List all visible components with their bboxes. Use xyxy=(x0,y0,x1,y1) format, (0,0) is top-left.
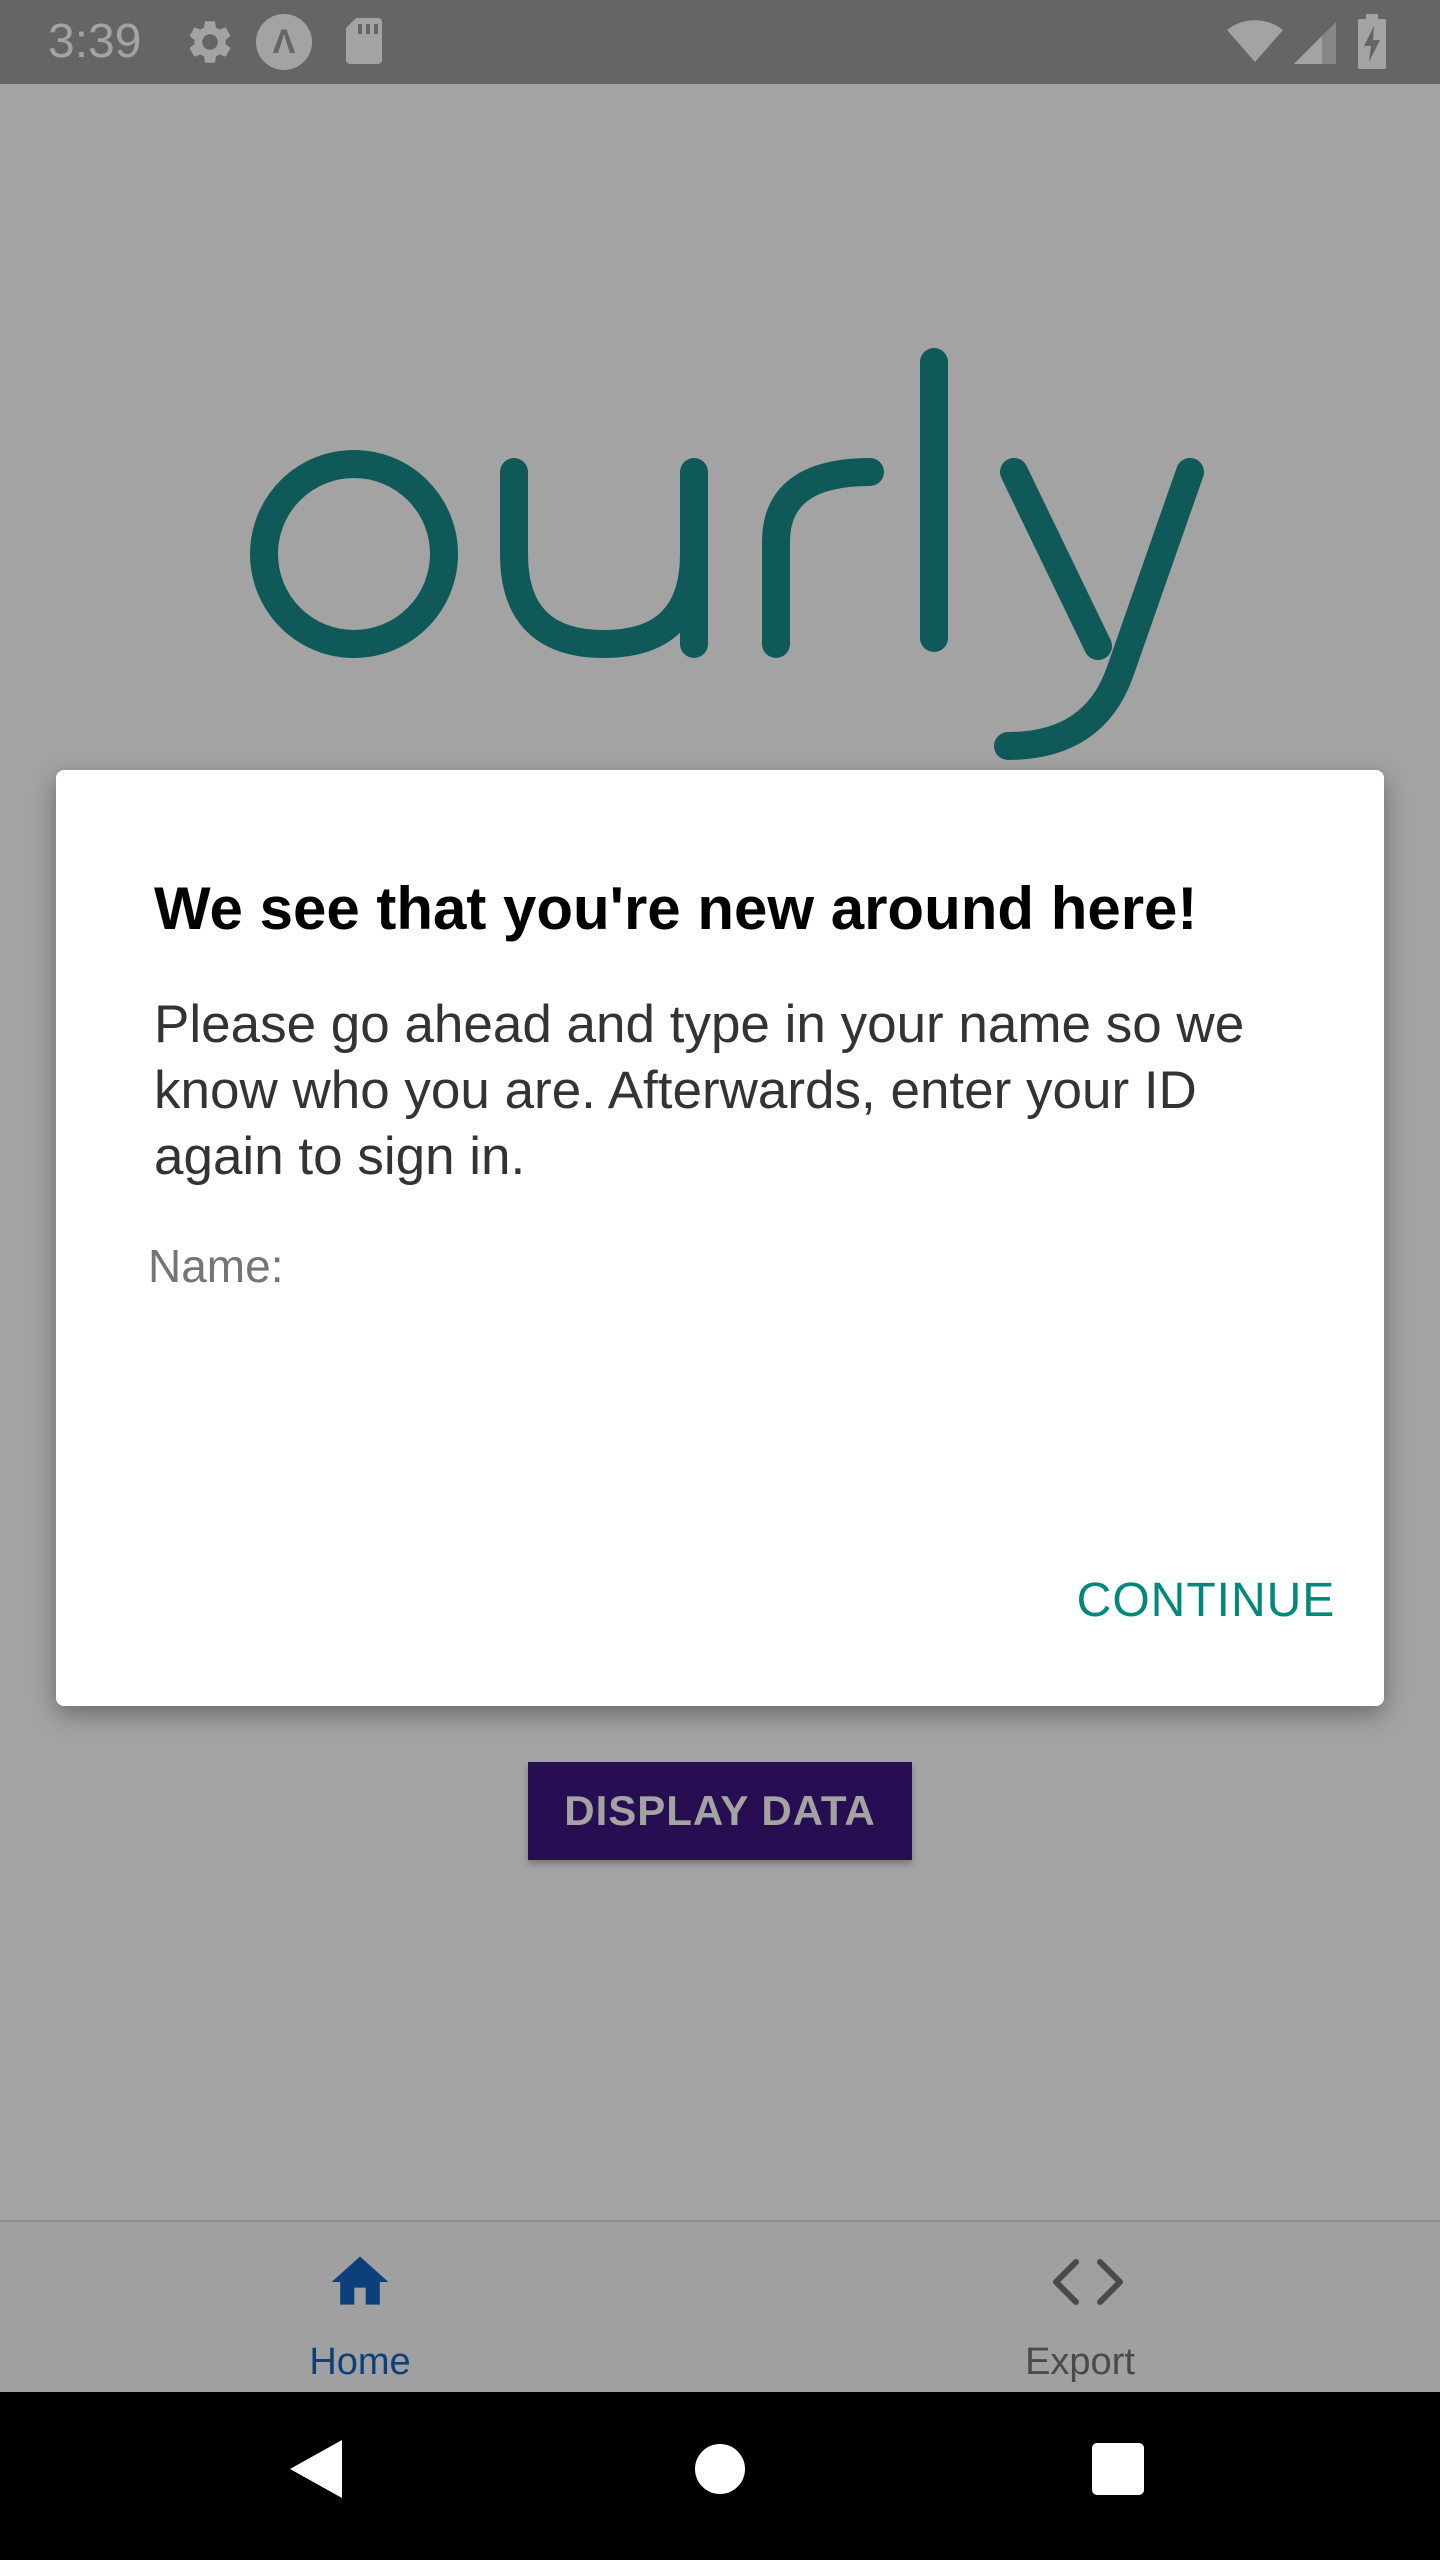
recents-icon[interactable] xyxy=(1090,2436,1146,2507)
name-label: Name: xyxy=(148,1240,284,1292)
app-root: 3:39 Λ DISPLAY DATA Home Export We see t… xyxy=(0,0,1440,2560)
continue-button[interactable]: CONTINUE xyxy=(1036,1550,1376,1650)
name-input[interactable] xyxy=(148,1310,1288,1410)
new-user-dialog: We see that you're new around here! Plea… xyxy=(56,770,1384,1706)
system-navigation-bar xyxy=(0,2392,1440,2560)
dialog-title: We see that you're new around here! xyxy=(154,875,1198,942)
home-circle-icon[interactable] xyxy=(694,2436,746,2507)
back-icon[interactable] xyxy=(286,2436,346,2507)
dialog-message: Please go ahead and type in your name so… xyxy=(154,995,1245,1186)
